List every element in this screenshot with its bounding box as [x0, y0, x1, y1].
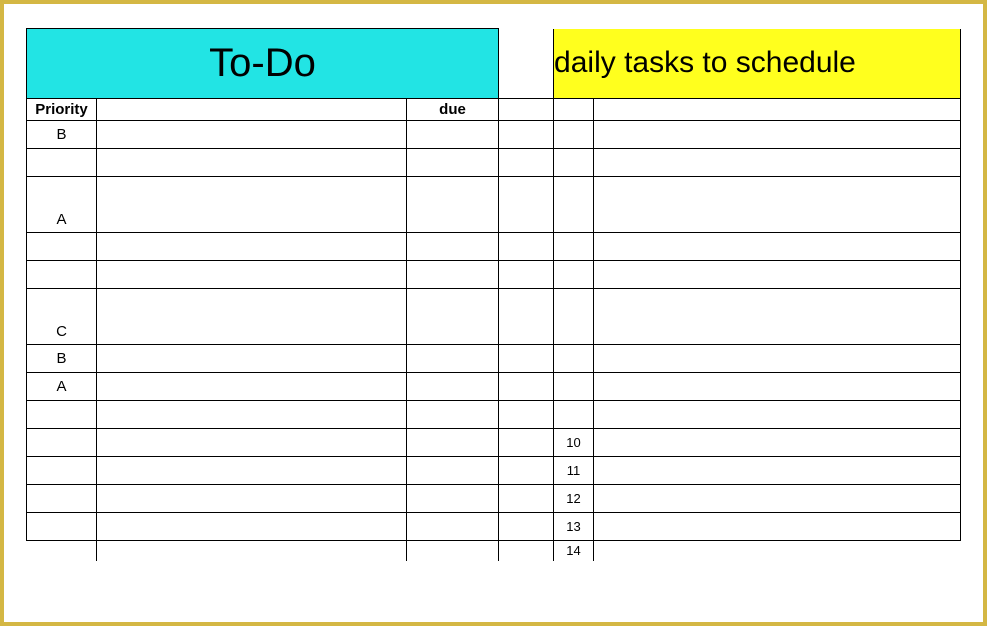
cell-num[interactable]: 14 [554, 541, 594, 561]
cell-sched[interactable] [594, 177, 961, 233]
cell-gap[interactable] [499, 345, 554, 373]
cell-sched[interactable] [594, 373, 961, 401]
cell-sched[interactable] [594, 121, 961, 149]
cell-task[interactable] [97, 289, 407, 345]
cell-num[interactable] [554, 177, 594, 233]
cell-task[interactable] [97, 177, 407, 233]
cell-num[interactable] [554, 373, 594, 401]
cell-sched[interactable] [594, 261, 961, 289]
cell-task[interactable] [97, 401, 407, 429]
cell-sched[interactable] [594, 149, 961, 177]
cell-task[interactable] [97, 261, 407, 289]
cell-due[interactable] [407, 233, 499, 261]
cell-num[interactable]: 11 [554, 457, 594, 485]
cell-due[interactable] [407, 177, 499, 233]
cell-num[interactable]: 12 [554, 485, 594, 513]
cell-gap[interactable] [499, 429, 554, 457]
cell-due[interactable] [407, 401, 499, 429]
cell-due[interactable] [407, 541, 499, 561]
todo-spreadsheet: To-Do daily tasks to schedule Priority d… [26, 28, 961, 561]
cell-task[interactable] [97, 373, 407, 401]
cell-gap[interactable] [499, 457, 554, 485]
cell-task[interactable] [97, 121, 407, 149]
cell-priority[interactable] [27, 401, 97, 429]
cell-gap[interactable] [499, 485, 554, 513]
cell-due[interactable] [407, 121, 499, 149]
cell-sched[interactable] [594, 457, 961, 485]
cell-gap[interactable] [499, 121, 554, 149]
cell-task[interactable] [97, 541, 407, 561]
cell-gap[interactable] [499, 233, 554, 261]
cell-num[interactable] [554, 261, 594, 289]
cell-due[interactable] [407, 373, 499, 401]
cell-gap[interactable] [499, 177, 554, 233]
cell-num[interactable]: 10 [554, 429, 594, 457]
cell-priority[interactable]: C [27, 289, 97, 345]
cell-due[interactable] [407, 149, 499, 177]
col-header-priority: Priority [27, 99, 97, 121]
cell-num[interactable] [554, 345, 594, 373]
cell-priority[interactable]: B [27, 121, 97, 149]
cell-priority[interactable]: B [27, 345, 97, 373]
col-header-sched [594, 99, 961, 121]
cell-priority[interactable] [27, 485, 97, 513]
cell-num[interactable] [554, 401, 594, 429]
cell-gap[interactable] [499, 513, 554, 541]
cell-num[interactable] [554, 289, 594, 345]
cell-num[interactable]: 13 [554, 513, 594, 541]
cell-sched[interactable] [594, 233, 961, 261]
cell-task[interactable] [97, 345, 407, 373]
cell-task[interactable] [97, 429, 407, 457]
cell-priority[interactable]: A [27, 373, 97, 401]
cell-priority[interactable] [27, 429, 97, 457]
cell-num[interactable] [554, 121, 594, 149]
schedule-title: daily tasks to schedule [554, 29, 961, 99]
cell-gap[interactable] [499, 373, 554, 401]
cell-priority[interactable] [27, 541, 97, 561]
col-header-num [554, 99, 594, 121]
cell-gap[interactable] [499, 289, 554, 345]
cell-priority[interactable] [27, 149, 97, 177]
cell-task[interactable] [97, 457, 407, 485]
cell-due[interactable] [407, 289, 499, 345]
header-gap [499, 29, 554, 99]
cell-sched[interactable] [594, 429, 961, 457]
cell-sched[interactable] [594, 541, 961, 561]
cell-sched[interactable] [594, 289, 961, 345]
col-header-task [97, 99, 407, 121]
cell-sched[interactable] [594, 513, 961, 541]
cell-gap[interactable] [499, 261, 554, 289]
cell-priority[interactable] [27, 261, 97, 289]
cell-due[interactable] [407, 429, 499, 457]
cell-sched[interactable] [594, 485, 961, 513]
cell-sched[interactable] [594, 345, 961, 373]
cell-gap[interactable] [499, 541, 554, 561]
cell-num[interactable] [554, 149, 594, 177]
cell-due[interactable] [407, 513, 499, 541]
todo-title: To-Do [27, 29, 499, 99]
cell-sched[interactable] [594, 401, 961, 429]
cell-task[interactable] [97, 149, 407, 177]
page-canvas: To-Do daily tasks to schedule Priority d… [4, 4, 983, 622]
col-header-gap [499, 99, 554, 121]
cell-priority[interactable]: A [27, 177, 97, 233]
cell-due[interactable] [407, 345, 499, 373]
cell-priority[interactable] [27, 457, 97, 485]
col-header-due: due [407, 99, 499, 121]
cell-due[interactable] [407, 457, 499, 485]
cell-priority[interactable] [27, 233, 97, 261]
cell-gap[interactable] [499, 401, 554, 429]
cell-due[interactable] [407, 485, 499, 513]
cell-priority[interactable] [27, 513, 97, 541]
cell-task[interactable] [97, 233, 407, 261]
cell-task[interactable] [97, 485, 407, 513]
cell-due[interactable] [407, 261, 499, 289]
cell-gap[interactable] [499, 149, 554, 177]
cell-num[interactable] [554, 233, 594, 261]
cell-task[interactable] [97, 513, 407, 541]
